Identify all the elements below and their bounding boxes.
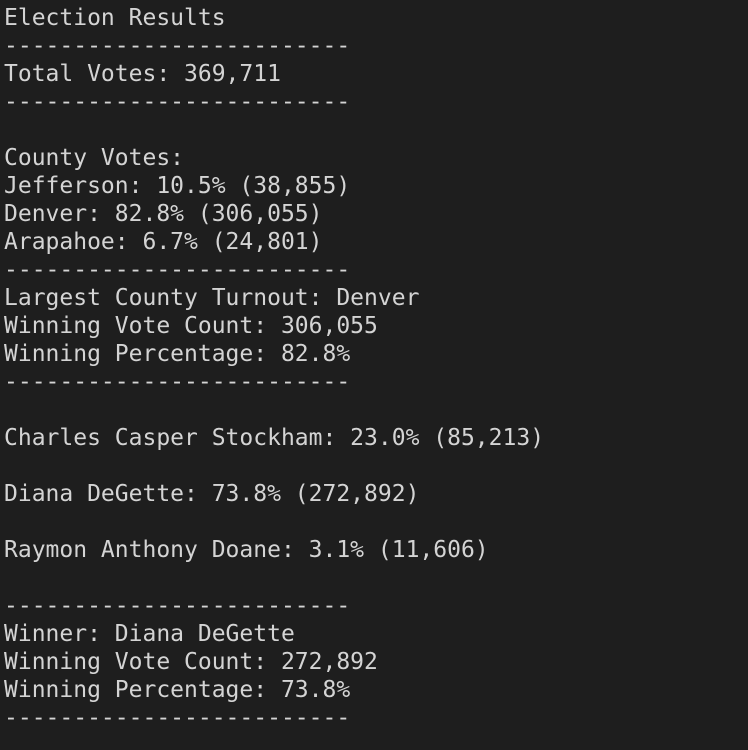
separator-line: ------------------------- (4, 33, 351, 59)
candidate-line-degette: Diana DeGette: 73.8% (272,892) (4, 481, 420, 507)
separator-line: ------------------------- (4, 705, 351, 731)
candidate-line-doane: Raymon Anthony Doane: 3.1% (11,606) (4, 537, 489, 563)
county-line-arapahoe: Arapahoe: 6.7% (24,801) (4, 229, 323, 255)
county-votes-heading: County Votes: (4, 145, 185, 171)
largest-county-line: Largest County Turnout: Denver (4, 285, 420, 311)
winner-vote-count-line: Winning Vote Count: 272,892 (4, 649, 378, 675)
output-title: Election Results (4, 5, 226, 31)
county-line-jefferson: Jefferson: 10.5% (38,855) (4, 173, 351, 199)
separator-line: ------------------------- (4, 369, 351, 395)
winner-line: Winner: Diana DeGette (4, 621, 295, 647)
county-winning-count-line: Winning Vote Count: 306,055 (4, 313, 378, 339)
county-line-denver: Denver: 82.8% (306,055) (4, 201, 323, 227)
total-votes-line: Total Votes: 369,711 (4, 61, 281, 87)
separator-line: ------------------------- (4, 593, 351, 619)
candidate-line-stockham: Charles Casper Stockham: 23.0% (85,213) (4, 425, 545, 451)
county-winning-percentage-line: Winning Percentage: 82.8% (4, 341, 351, 367)
separator-line: ------------------------- (4, 89, 351, 115)
winner-percentage-line: Winning Percentage: 73.8% (4, 677, 351, 703)
terminal-output: Election Results -----------------------… (0, 0, 748, 750)
separator-line: ------------------------- (4, 257, 351, 283)
